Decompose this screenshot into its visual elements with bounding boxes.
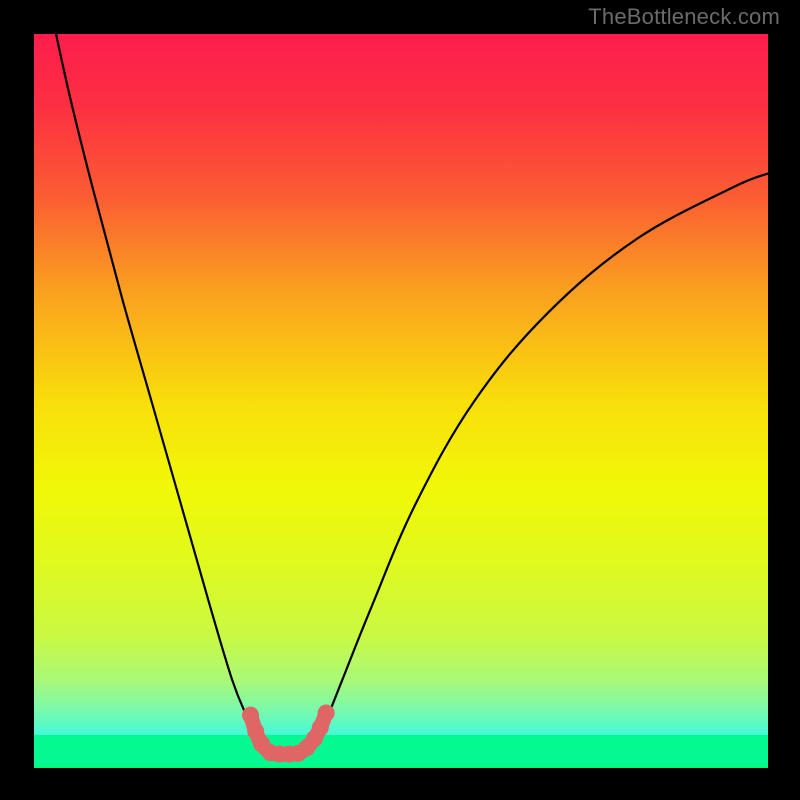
curve-layer bbox=[34, 34, 768, 768]
valley-marker-dot bbox=[242, 707, 259, 724]
watermark-text: TheBottleneck.com bbox=[588, 4, 780, 30]
valley-marker-dot bbox=[318, 704, 335, 721]
bottleneck-curve bbox=[56, 34, 768, 754]
valley-markers bbox=[242, 704, 335, 762]
plot-area bbox=[34, 34, 768, 768]
valley-marker-dot bbox=[312, 719, 329, 736]
chart-frame: TheBottleneck.com bbox=[0, 0, 800, 800]
